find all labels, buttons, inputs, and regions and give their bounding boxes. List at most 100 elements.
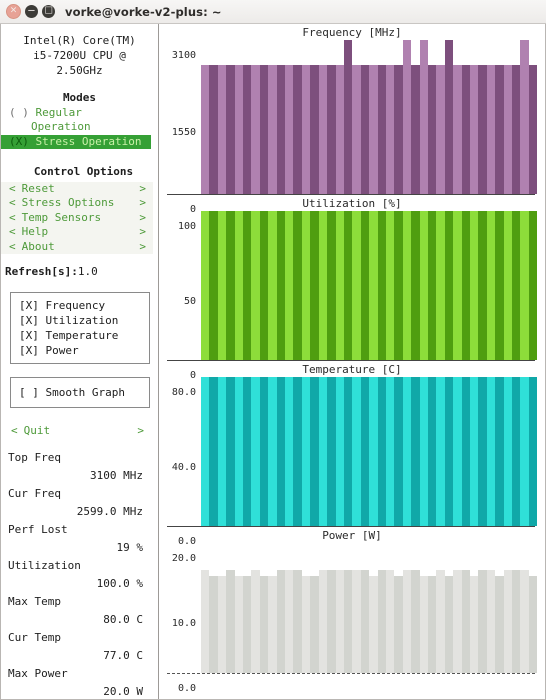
checkbox-frequency[interactable]: [X] Frequency bbox=[19, 298, 149, 313]
bar bbox=[394, 377, 403, 526]
bar bbox=[201, 569, 210, 673]
bar bbox=[243, 576, 252, 673]
stat-label-max-temp: Max Temp bbox=[8, 595, 61, 608]
bar bbox=[226, 211, 235, 360]
bar bbox=[318, 377, 328, 526]
y-tick-label: 3100 bbox=[171, 50, 196, 61]
bar bbox=[436, 64, 445, 194]
bar bbox=[226, 569, 235, 673]
menu-item-label: Temp Sensors bbox=[21, 210, 102, 224]
bar bbox=[293, 569, 302, 673]
bar bbox=[394, 576, 403, 673]
bar bbox=[369, 576, 378, 673]
bar bbox=[293, 211, 302, 360]
checkbox-smooth-graph[interactable]: [ ] Smooth Graph bbox=[19, 385, 149, 400]
menu-item-stress-options[interactable]: < Stress Options > bbox=[1, 196, 153, 211]
maximize-button[interactable]: □ bbox=[42, 5, 55, 18]
bar bbox=[301, 576, 311, 673]
bar bbox=[268, 211, 277, 360]
bar bbox=[503, 377, 513, 526]
bar bbox=[293, 377, 302, 526]
bar bbox=[226, 64, 235, 194]
bar bbox=[470, 377, 479, 526]
minimize-button[interactable]: − bbox=[25, 5, 38, 18]
refresh-interval[interactable]: Refresh[s]:1.0 bbox=[1, 265, 158, 280]
bar bbox=[377, 211, 386, 360]
checkbox-icon: [X] bbox=[19, 313, 39, 327]
close-button[interactable]: × bbox=[6, 4, 21, 19]
checkbox-utilization[interactable]: [X] Utilization bbox=[19, 313, 149, 328]
bar bbox=[327, 64, 336, 194]
bar bbox=[444, 576, 454, 673]
quit-label: Quit bbox=[23, 423, 51, 437]
bar bbox=[217, 576, 227, 673]
bar bbox=[335, 569, 344, 673]
menu-item-temp-sensors[interactable]: < Temp Sensors > bbox=[1, 211, 153, 226]
y-axis-temperature: 80.0 40.0 0.0 bbox=[159, 377, 201, 547]
chart-utilization: Utilization [%] 100 50 0 bbox=[159, 195, 545, 381]
bar bbox=[310, 377, 319, 526]
y-tick-label: 50 bbox=[183, 295, 196, 307]
menu-item-reset[interactable]: < Reset > bbox=[1, 182, 153, 197]
radio-selected-icon: (X) bbox=[9, 134, 29, 148]
bar bbox=[251, 377, 260, 526]
bar bbox=[335, 64, 344, 194]
bar bbox=[385, 64, 395, 194]
bar bbox=[528, 377, 537, 526]
chart-frequency: Frequency [MHz] 3100 1550 0 bbox=[159, 24, 545, 215]
bar bbox=[486, 569, 496, 673]
bar bbox=[528, 576, 537, 673]
y-tick-label: 80.0 bbox=[171, 387, 196, 398]
maximize-icon: □ bbox=[44, 5, 53, 16]
bar bbox=[478, 64, 487, 194]
bar bbox=[243, 64, 252, 194]
y-tick-label: 10.0 bbox=[171, 618, 196, 629]
window-controls: × − □ bbox=[6, 4, 55, 19]
bar bbox=[201, 211, 210, 360]
bar bbox=[285, 211, 294, 360]
bar bbox=[217, 377, 227, 526]
y-tick-label: 20.0 bbox=[171, 553, 196, 564]
bar bbox=[411, 377, 420, 526]
bar bbox=[201, 377, 210, 526]
terminal-window: × − □ vorke@vorke-v2-plus: ~ Intel(R) Co… bbox=[0, 0, 546, 700]
bar bbox=[209, 576, 218, 673]
bar bbox=[470, 64, 479, 194]
mode-stress[interactable]: (X) Stress Operation bbox=[1, 134, 151, 149]
bar bbox=[444, 40, 454, 194]
checkbox-label: Utilization bbox=[45, 313, 119, 327]
bar bbox=[285, 64, 294, 194]
bar bbox=[495, 576, 504, 673]
stat-label-perf-lost: Perf Lost bbox=[8, 523, 68, 536]
checkbox-temperature[interactable]: [X] Temperature bbox=[19, 328, 149, 343]
checkbox-power[interactable]: [X] Power bbox=[19, 343, 149, 358]
plot-row-temperature: 80.0 40.0 0.0 bbox=[159, 377, 545, 547]
bar bbox=[419, 377, 428, 526]
menu-item-about[interactable]: < About > bbox=[1, 240, 153, 255]
stat-label-cur-freq: Cur Freq bbox=[8, 487, 61, 500]
menu-item-help[interactable]: < Help > bbox=[1, 225, 153, 240]
bar bbox=[217, 64, 227, 194]
bar bbox=[301, 64, 311, 194]
bar bbox=[495, 377, 504, 526]
bar bbox=[276, 211, 286, 360]
bar bbox=[512, 569, 521, 673]
y-axis-power: 20.0 10.0 0.0 bbox=[159, 543, 201, 694]
bar bbox=[310, 211, 319, 360]
bar bbox=[427, 211, 437, 360]
stat-value-max-temp: 80.0 C bbox=[103, 613, 143, 626]
quit-button[interactable]: < Quit > bbox=[5, 424, 150, 439]
plot-area-frequency bbox=[201, 40, 537, 194]
chevron-right-icon: > bbox=[139, 239, 146, 253]
bar bbox=[352, 211, 361, 360]
bar bbox=[268, 576, 277, 673]
bar bbox=[520, 377, 529, 526]
bar bbox=[419, 576, 428, 673]
menu-item-label: About bbox=[21, 239, 55, 253]
mode-regular[interactable]: ( ) Regular bbox=[1, 106, 158, 121]
bar bbox=[478, 211, 487, 360]
checkbox-icon: [ ] bbox=[19, 385, 39, 399]
stats-readout: Top Freq 3100 MHz Cur Freq 2599.0 MHz Pe… bbox=[1, 449, 158, 699]
checkbox-label: Smooth Graph bbox=[45, 385, 125, 399]
plot-row-utilization: 100 50 0 bbox=[159, 211, 545, 381]
